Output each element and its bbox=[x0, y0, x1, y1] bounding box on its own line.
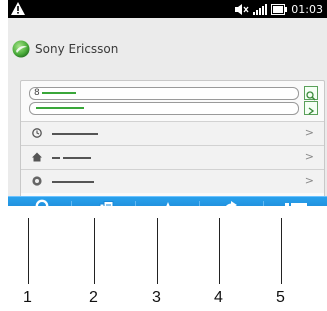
status-bar: 01:03 bbox=[8, 0, 327, 18]
sony-ericsson-logo-icon bbox=[12, 40, 30, 58]
menu-icon bbox=[284, 203, 307, 206]
brand-header: Sony Ericsson bbox=[12, 40, 118, 58]
start-card: 8 > > > bbox=[20, 80, 325, 206]
callout-number-3: 3 bbox=[152, 289, 161, 306]
list-item-label bbox=[52, 133, 98, 135]
callout-number-1: 1 bbox=[23, 289, 32, 306]
search-engine-glyph: 8 bbox=[34, 88, 40, 98]
search-text-placeholder bbox=[42, 92, 76, 94]
battery-icon bbox=[271, 3, 288, 15]
address-text-placeholder bbox=[36, 107, 84, 109]
search-button[interactable] bbox=[304, 86, 318, 101]
toolbar-search-button[interactable]: www bbox=[8, 197, 71, 206]
address-field[interactable] bbox=[29, 102, 299, 115]
callout-number-5: 5 bbox=[276, 289, 285, 306]
home-icon bbox=[32, 152, 42, 162]
brand-name: Sony Ericsson bbox=[35, 42, 119, 56]
phone-screen: 01:03 Sony Ericsson 8 > > > bbox=[8, 0, 327, 206]
toolbar-menu-button[interactable] bbox=[264, 197, 327, 206]
go-arrow-icon bbox=[308, 107, 315, 115]
callout-number-2: 2 bbox=[89, 289, 98, 306]
search-field[interactable]: 8 bbox=[29, 87, 299, 100]
status-time: 01:03 bbox=[291, 2, 323, 16]
toolbar-bookmarks-button[interactable] bbox=[136, 197, 199, 206]
history-icon bbox=[32, 128, 42, 138]
list-item-label bbox=[52, 157, 60, 159]
mute-icon bbox=[235, 3, 249, 15]
globe-icon bbox=[32, 176, 42, 186]
toolbar-windows-button[interactable] bbox=[72, 197, 135, 206]
star-icon bbox=[165, 202, 170, 206]
list-item-web[interactable]: > bbox=[21, 169, 324, 193]
chevron-right-icon: > bbox=[304, 126, 314, 139]
toolbar-refresh-button[interactable] bbox=[200, 197, 263, 206]
warning-icon bbox=[11, 2, 25, 15]
chevron-right-icon: > bbox=[304, 174, 314, 187]
list-item-label bbox=[52, 181, 94, 183]
windows-icon bbox=[99, 201, 113, 206]
refresh-icon bbox=[225, 201, 237, 206]
browser-toolbar: www bbox=[8, 196, 327, 206]
callout-number-4: 4 bbox=[214, 289, 223, 306]
list-item-history[interactable]: > bbox=[21, 121, 324, 145]
callout-line bbox=[281, 218, 282, 284]
callout-line bbox=[28, 218, 29, 284]
callout-line bbox=[94, 218, 95, 284]
chevron-right-icon: > bbox=[304, 150, 314, 163]
list-item-home[interactable]: > bbox=[21, 145, 324, 169]
search-icon bbox=[35, 199, 48, 206]
callout-line bbox=[157, 218, 158, 284]
signal-icon bbox=[253, 3, 268, 15]
go-button[interactable] bbox=[304, 101, 318, 115]
list-item-label bbox=[63, 157, 91, 159]
callout-line bbox=[219, 218, 220, 284]
